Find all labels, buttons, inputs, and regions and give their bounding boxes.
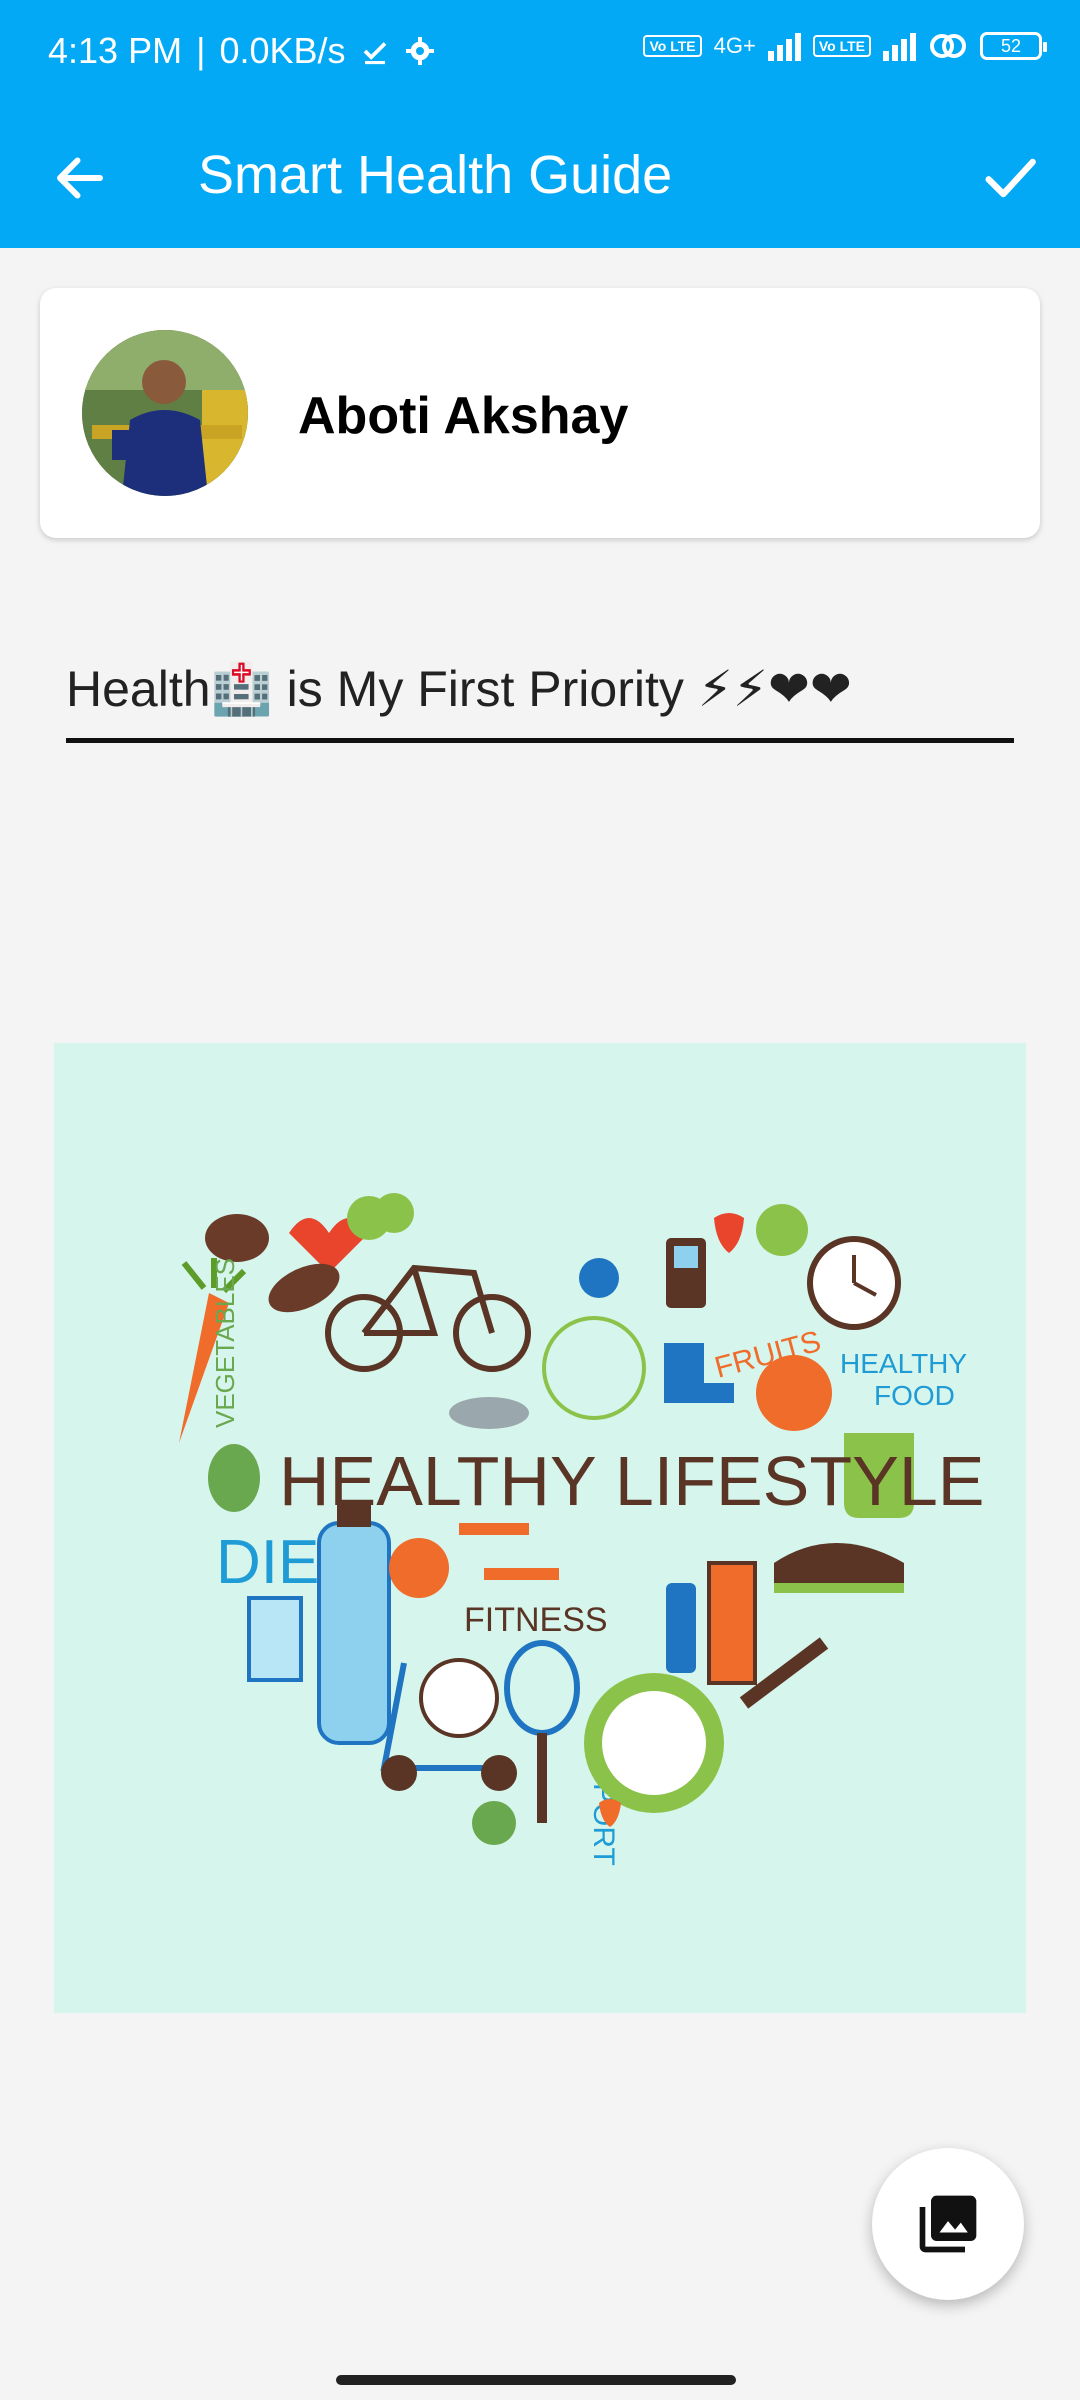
profile-card: Aboti Akshay bbox=[40, 288, 1040, 538]
svg-text:FOOD: FOOD bbox=[874, 1380, 955, 1411]
network-type: 4G+ bbox=[713, 33, 756, 58]
svg-text:HEALTHY LIFESTYLE: HEALTHY LIFESTYLE bbox=[279, 1442, 984, 1520]
svg-text:HEALTHY: HEALTHY bbox=[840, 1348, 967, 1379]
status-separator: | bbox=[196, 30, 206, 71]
download-done-icon bbox=[363, 42, 386, 65]
status-bar: 4:13 PM | 0.0KB/s Vo LTE 4G+ Vo LTE 52 bbox=[0, 0, 1080, 108]
healthy-lifestyle-illustration: HEALTHY LIFESTYLE VEGETABLES DIET FITNES… bbox=[54, 1043, 1026, 2013]
status-input-text[interactable]: Health🏥 is My First Priority ⚡⚡❤❤ bbox=[66, 660, 852, 719]
wifi-hotspot-icon bbox=[930, 34, 966, 58]
arrow-back-icon[interactable] bbox=[50, 148, 110, 208]
status-left: 4:13 PM | 0.0KB/s bbox=[48, 30, 436, 72]
status-input[interactable]: Health🏥 is My First Priority ⚡⚡❤❤ bbox=[66, 660, 1014, 743]
network-speed: 0.0KB/s bbox=[219, 30, 346, 71]
battery-level: 52 bbox=[1000, 35, 1022, 56]
volte-badge: Vo LTE bbox=[643, 35, 702, 57]
check-icon[interactable] bbox=[978, 146, 1042, 210]
signal-icon-2 bbox=[883, 31, 916, 61]
volte-badge-2: Vo LTE bbox=[812, 35, 871, 57]
signal-icon bbox=[767, 31, 801, 61]
photo-library-icon bbox=[919, 2195, 977, 2253]
battery-icon: 52 bbox=[980, 32, 1047, 60]
healthy-lifestyle-image[interactable]: HEALTHY LIFESTYLE VEGETABLES DIET FITNES… bbox=[54, 1043, 1026, 2013]
gear-icon bbox=[405, 37, 434, 65]
svg-text:VEGETABLES: VEGETABLES bbox=[210, 1258, 240, 1428]
status-right: Vo LTE 4G+ Vo LTE 52 bbox=[643, 30, 1047, 62]
status-time: 4:13 PM bbox=[48, 30, 183, 71]
svg-text:FITNESS: FITNESS bbox=[464, 1601, 608, 1639]
page-title: Smart Health Guide bbox=[198, 145, 673, 205]
app-bar: Smart Health Guide bbox=[0, 108, 1080, 248]
home-gesture-handle[interactable] bbox=[336, 2375, 736, 2385]
gallery-button[interactable] bbox=[872, 2148, 1024, 2300]
avatar[interactable] bbox=[82, 330, 248, 496]
profile-name: Aboti Akshay bbox=[298, 387, 629, 445]
navigation-bar bbox=[0, 2355, 1080, 2400]
